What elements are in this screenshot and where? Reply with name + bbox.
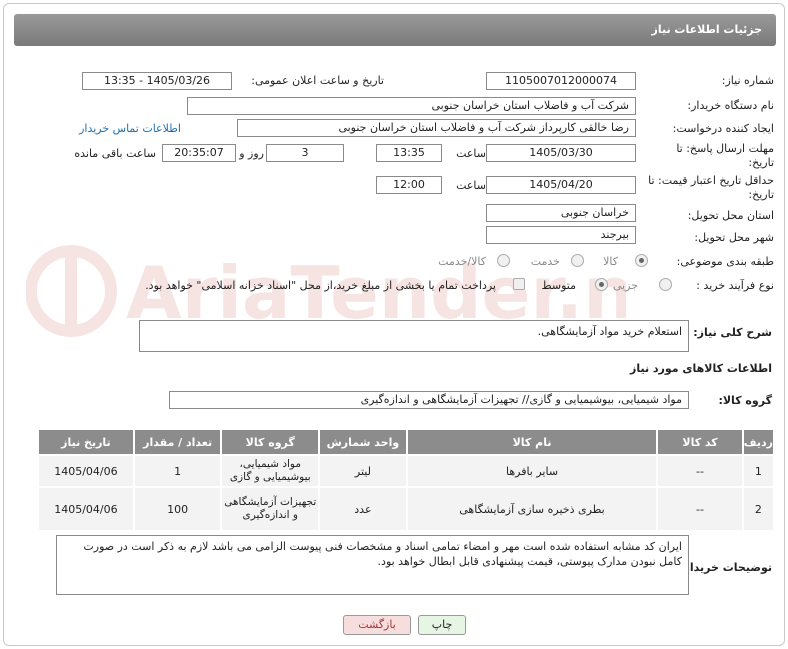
category-option-both: کالا/خدمت	[438, 255, 486, 268]
city-field: بیرجند	[486, 226, 636, 244]
description-textarea: استعلام خرید مواد آزمایشگاهی.	[139, 320, 689, 352]
category-radio-both[interactable]	[497, 254, 510, 267]
process-option-minor: جزیی	[612, 279, 638, 292]
category-option-service: خدمت	[530, 255, 560, 268]
cell-group: مواد شیمیایی، بیوشیمیایی و گازی	[220, 454, 321, 488]
announce-field: 1405/03/26 - 13:35	[82, 72, 232, 90]
table-row: 2 -- بطری ذخیره سازی آزمایشگاهی عدد تجهی…	[37, 486, 776, 532]
validity-time-field: 12:00	[376, 176, 442, 194]
process-radio-medium[interactable]	[595, 278, 608, 291]
deadline-time-field: 13:35	[376, 144, 442, 162]
deadline-label: مهلت ارسال پاسخ: تا تاریخ:	[676, 142, 774, 169]
cell-quantity: 100	[132, 486, 223, 532]
deadline-date-field: 1405/03/30	[486, 144, 636, 162]
cell-code: --	[656, 454, 744, 488]
days-field: 3	[266, 144, 344, 162]
payment-checkbox[interactable]	[513, 278, 525, 290]
category-radio-goods[interactable]	[635, 254, 648, 267]
cell-code: --	[656, 486, 744, 532]
province-field: خراسان جنوبی	[486, 204, 636, 222]
cell-unit: عدد	[318, 486, 408, 532]
payment-text: پرداخت تمام یا بخشی از مبلغ خرید،از محل …	[145, 279, 496, 292]
days-label: روز و	[239, 147, 264, 160]
goods-table: ردیف کد کالا نام کالا واحد شمارش گروه کا…	[37, 428, 776, 532]
remaining-field: 20:35:07	[162, 144, 236, 162]
cell-unit: لیتر	[318, 454, 408, 488]
creator-field: رضا خالقی کارپرداز شرکت آب و فاضلاب استا…	[237, 119, 636, 137]
process-option-medium: متوسط	[541, 279, 576, 292]
col-header-code: کد کالا	[656, 428, 744, 456]
table-row: 1 -- سایر بافرها لیتر مواد شیمیایی، بیوش…	[37, 454, 776, 488]
category-radio-service[interactable]	[571, 254, 584, 267]
col-header-date: تاریخ نیاز	[37, 428, 135, 456]
cell-quantity: 1	[132, 454, 223, 488]
process-label: نوع فرآیند خرید :	[696, 279, 774, 292]
buyer-notes-textarea: ایران کد مشابه استفاده شده است مهر و امض…	[56, 535, 689, 595]
validity-date-field: 1405/04/20	[486, 176, 636, 194]
buyer-org-field: شرکت آب و فاضلاب استان خراسان جنوبی	[187, 97, 636, 115]
buyer-contact-link[interactable]: اطلاعات تماس خریدار	[79, 122, 181, 135]
page-frame: جزئیات اطلاعات نیاز AriaTender.net شماره…	[3, 3, 785, 646]
col-header-row-number: ردیف	[741, 428, 776, 456]
cell-row-number: 2	[741, 486, 776, 532]
cell-name: سایر بافرها	[405, 454, 659, 488]
description-label: شرح کلی نیاز:	[693, 326, 772, 339]
remaining-label: ساعت باقی مانده	[74, 147, 156, 160]
goods-group-field: مواد شیمیایی، بیوشیمیایی و گازی// تجهیزا…	[169, 391, 689, 409]
province-label: استان محل تحویل:	[687, 209, 774, 222]
col-header-unit: واحد شمارش	[318, 428, 408, 456]
cell-row-number: 1	[741, 454, 776, 488]
col-header-name: نام کالا	[405, 428, 659, 456]
cell-group: تجهیزات آزمایشگاهی و اندازه‌گیری	[220, 486, 321, 532]
category-option-goods: کالا	[603, 255, 618, 268]
validity-label: حداقل تاریخ اعتبار قیمت: تا تاریخ:	[648, 174, 774, 201]
col-header-quantity: تعداد / مقدار	[132, 428, 223, 456]
table-header-row: ردیف کد کالا نام کالا واحد شمارش گروه کا…	[37, 428, 776, 456]
col-header-group: گروه کالا	[220, 428, 321, 456]
city-label: شهر محل تحویل:	[694, 231, 774, 244]
process-radio-minor[interactable]	[659, 278, 672, 291]
cell-date: 1405/04/06	[37, 486, 135, 532]
validity-time-label: ساعت	[456, 179, 486, 192]
goods-group-label: گروه کالا:	[718, 394, 772, 407]
goods-section-title: اطلاعات کالاهای مورد نیاز	[630, 362, 772, 375]
announce-label: تاریخ و ساعت اعلان عمومی:	[251, 74, 384, 87]
cell-date: 1405/04/06	[37, 454, 135, 488]
buyer-notes-label: توضیحات خریدار:	[679, 561, 772, 574]
cell-name: بطری ذخیره سازی آزمایشگاهی	[405, 486, 659, 532]
print-button[interactable]: چاپ	[418, 615, 466, 635]
creator-label: ایجاد کننده درخواست:	[672, 122, 774, 135]
category-label: طبقه بندی موضوعی:	[676, 255, 774, 268]
deadline-time-label: ساعت	[456, 147, 486, 160]
buyer-org-label: نام دستگاه خریدار:	[687, 99, 774, 112]
need-number-label: شماره نیاز:	[721, 74, 774, 87]
need-number-field: 1105007012000074	[486, 72, 636, 90]
back-button[interactable]: بازگشت	[343, 615, 411, 635]
